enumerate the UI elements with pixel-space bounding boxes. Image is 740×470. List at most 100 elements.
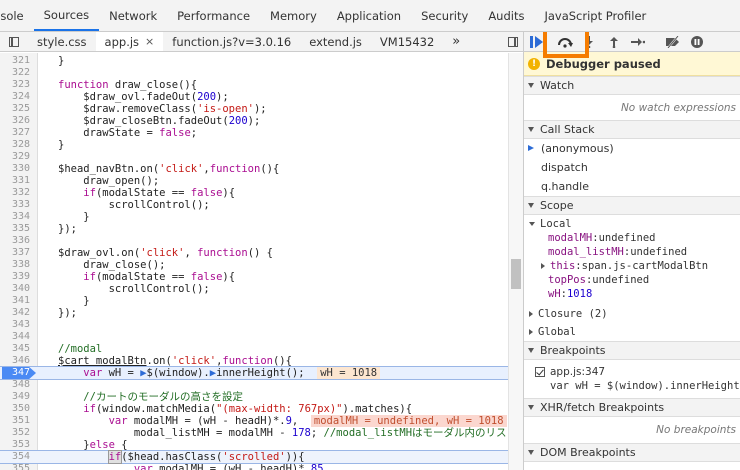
line-number[interactable]: 352 [0,427,30,439]
line-number[interactable]: 326 [0,115,30,127]
code-line[interactable]: 354 if($head.hasClass('scrolled')){ [0,450,508,464]
line-number[interactable]: 341 [0,295,30,307]
code-line[interactable]: 332 if(modalState == false){ [0,187,508,199]
code-line[interactable]: 321} [0,55,508,67]
tab-audits[interactable]: Audits [478,0,534,31]
code-line[interactable]: 334 } [0,211,508,223]
code-line[interactable]: 328} [0,139,508,151]
line-number[interactable]: 340 [0,283,30,295]
tab-memory[interactable]: Memory [260,0,327,31]
line-number[interactable]: 346 [0,355,30,367]
call-frame-q-handle[interactable]: q.handle [524,177,740,196]
line-number[interactable]: 349 [0,391,30,403]
code-line[interactable]: 342}); [0,307,508,319]
scope-variable[interactable]: this: span.js-cartModalBtn [524,259,740,273]
line-number[interactable]: 336 [0,235,30,247]
line-number[interactable]: 330 [0,163,30,175]
scope-variable[interactable]: modal_listMH: undefined [524,245,740,259]
call-frame-dispatch[interactable]: dispatch [524,158,740,177]
scope-global[interactable]: Global [524,323,740,341]
watch-section-header[interactable]: Watch [524,76,740,95]
code-line[interactable]: 330 $head_navBtn.on('click',function(){ [0,163,508,175]
line-number[interactable]: 339 [0,271,30,283]
line-number[interactable]: 325 [0,103,30,115]
call-frame-anonymous[interactable]: (anonymous) [524,139,740,158]
resume-icon[interactable] [530,35,544,49]
step-icon[interactable] [631,35,645,49]
code-line[interactable]: 324 $draw_ovl.fadeOut(200); [0,91,508,103]
step-out-icon[interactable] [609,35,619,49]
breakpoints-section-header[interactable]: Breakpoints [524,341,740,360]
pause-on-exceptions-icon[interactable] [691,35,703,49]
line-number[interactable]: 344 [0,331,30,343]
line-number[interactable]: 354 [0,451,30,463]
toggle-debugger-icon[interactable] [503,32,523,51]
line-number[interactable]: 337 [0,247,30,259]
file-tab-style-css[interactable]: style.css [28,32,96,51]
code-line[interactable]: 352 modal_listMH = modalMH - 178; //moda… [0,427,508,439]
code-line[interactable]: 327 drawState = false; [0,127,508,139]
tab-security[interactable]: Security [411,0,478,31]
line-number[interactable]: 332 [0,187,30,199]
code-line[interactable]: 338 draw_close(); [0,259,508,271]
line-number[interactable]: 343 [0,319,30,331]
line-number[interactable]: 338 [0,259,30,271]
code-line[interactable]: 326 $draw_closeBtn.fadeOut(200); [0,115,508,127]
line-number[interactable]: 328 [0,139,30,151]
tab-network[interactable]: Network [99,0,167,31]
scope-closure[interactable]: Closure (2) [524,305,740,323]
breakpoint-checkbox[interactable] [535,367,545,377]
line-number[interactable]: 353 [0,439,30,451]
code-line[interactable]: 339 if(modalState == false){ [0,271,508,283]
scrollbar-thumb[interactable] [511,259,521,289]
code-line[interactable]: 353 }else { [0,439,508,451]
file-tab-extend-js[interactable]: extend.js [300,32,371,51]
code-line[interactable]: 350 if(window.matchMedia("(max-width: 76… [0,403,508,415]
code-line[interactable]: 341 } [0,295,508,307]
line-number[interactable]: 345 [0,343,30,355]
close-icon[interactable]: × [145,35,154,48]
line-number[interactable]: 348 [0,379,30,391]
code-line[interactable]: 346 $cart_modalBtn.on('click',function(){ [0,355,508,367]
code-line[interactable]: 343 [0,319,508,331]
line-number[interactable]: 333 [0,199,30,211]
tab-sources[interactable]: Sources [33,0,100,31]
breakpoint-item[interactable]: app.js:347 [524,364,740,380]
more-tabs-button[interactable]: » [443,32,469,51]
line-number[interactable]: 321 [0,55,30,67]
code-line[interactable]: 322 [0,67,508,79]
editor-scrollbar[interactable] [508,53,523,470]
line-number[interactable]: 351 [0,415,30,427]
line-number[interactable]: 331 [0,175,30,187]
code-line[interactable]: 349 //カートのモーダルの高さを設定 [0,391,508,403]
scope-variable[interactable]: topPos: undefined [524,273,740,287]
file-tab-function-js[interactable]: function.js?v=3.0.16 [163,32,300,51]
code-line[interactable]: 351 var modalMH = (wH - headH)*.9, modal… [0,415,508,427]
code-line[interactable]: 337 $draw_ovl.on('click', function() { [0,247,508,259]
line-number[interactable]: 329 [0,151,30,163]
code-line[interactable]: 348 [0,379,508,391]
code-line[interactable]: 329 [0,151,508,163]
line-number[interactable]: 350 [0,403,30,415]
code-editor[interactable]: 321} 322 323 function draw_close(){324 $dra… [0,53,508,470]
scope-variable[interactable]: wH: 1018 [524,287,740,301]
code-line[interactable]: 347 var wH = ▶$(window).▶innerHeight(); … [0,366,508,380]
tab-application[interactable]: Application [327,0,411,31]
scope-variable[interactable]: modalMH: undefined [524,231,740,245]
tab-javascript-profiler[interactable]: JavaScript Profiler [534,0,656,31]
code-line[interactable]: 345 //modal [0,343,508,355]
line-number[interactable]: 323 [0,79,30,91]
code-line[interactable]: 355 var modalMH = (wH - headH)*.85 [0,463,508,470]
line-number[interactable]: 334 [0,211,30,223]
line-number[interactable]: 322 [0,67,30,79]
line-number[interactable]: 327 [0,127,30,139]
file-tab-vm15432[interactable]: VM15432 [371,32,443,51]
code-line[interactable]: 335}); [0,223,508,235]
code-line[interactable]: 336 [0,235,508,247]
line-number[interactable]: 335 [0,223,30,235]
dom-breakpoints-section-header[interactable]: DOM Breakpoints [524,443,740,462]
scope-section-header[interactable]: Scope [524,196,740,215]
code-line[interactable]: 331 draw_open(); [0,175,508,187]
code-line[interactable]: 333 scrollControl(); [0,199,508,211]
code-line[interactable]: 325 $draw.removeClass('is-open'); [0,103,508,115]
